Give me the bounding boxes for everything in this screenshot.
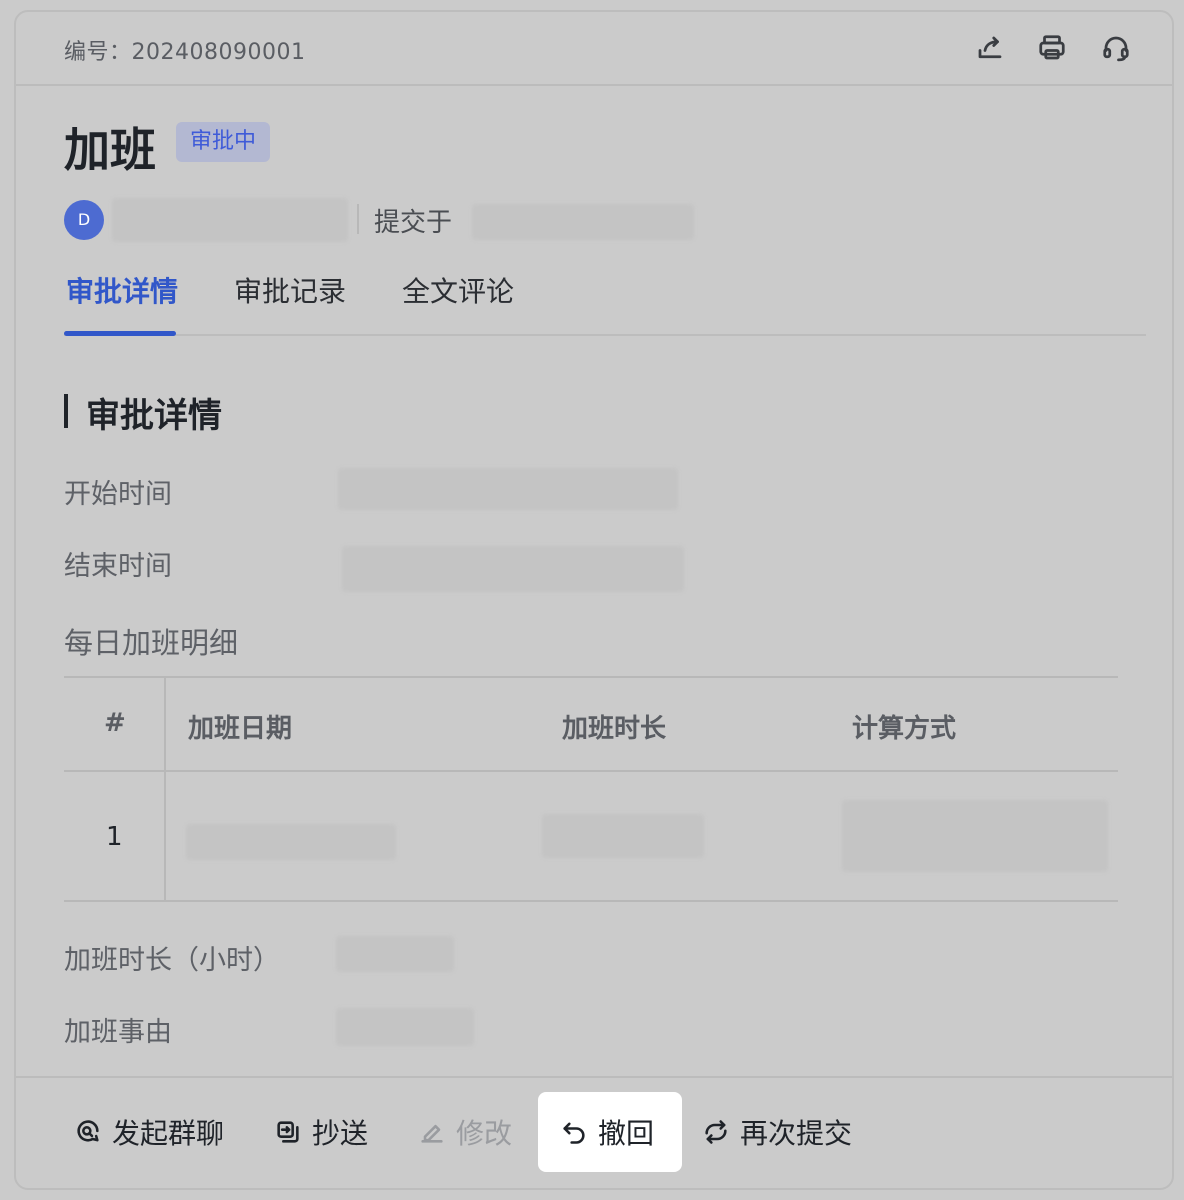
reason-value-redacted — [336, 1008, 474, 1046]
start-time-label: 开始时间 — [64, 479, 172, 510]
print-icon — [1039, 35, 1065, 60]
status-badge: 审批中 — [176, 122, 271, 162]
reason-label: 加班事由 — [64, 1017, 172, 1048]
submitter-name-redacted — [112, 198, 348, 242]
cc-label: 抄送 — [312, 1117, 369, 1150]
refresh-icon — [705, 1120, 727, 1144]
avatar: D — [64, 200, 104, 240]
print-button[interactable] — [1034, 30, 1070, 66]
end-time-label: 结束时间 — [64, 551, 172, 582]
forward-copy-icon — [277, 1121, 299, 1143]
tab-comments[interactable]: 全文评论 — [402, 270, 514, 310]
pencil-icon — [421, 1124, 443, 1143]
group-chat-button[interactable]: 发起群聊 — [52, 1092, 246, 1172]
resubmit-label: 再次提交 — [740, 1117, 853, 1150]
hours-value-redacted — [336, 936, 454, 972]
share-button[interactable] — [972, 30, 1008, 66]
share-icon — [978, 36, 1002, 59]
hours-label: 加班时长（小时） — [64, 945, 280, 976]
edit-button[interactable]: 修改 — [396, 1092, 534, 1172]
revoke-button[interactable]: 撤回 — [538, 1092, 682, 1172]
tab-approval-details[interactable]: 审批详情 — [66, 270, 178, 310]
table-cell-method-redacted — [842, 800, 1108, 872]
customer-service-button[interactable] — [1098, 30, 1134, 66]
end-time-value-redacted — [342, 546, 684, 592]
group-chat-label: 发起群聊 — [112, 1117, 225, 1150]
chat-search-icon — [77, 1120, 99, 1142]
approval-card: 编号：202408090001 加班 审批中 D 提交于 审批详情 审批记录 全… — [14, 10, 1174, 1190]
tab-approval-records[interactable]: 审批记录 — [234, 270, 346, 310]
active-tab-indicator — [64, 331, 176, 336]
table-header-duration: 加班时长 — [562, 714, 667, 744]
submitted-label: 提交于 — [374, 208, 453, 238]
action-bar: 发起群聊 抄送 修改 撤回 再次提交 — [16, 1076, 1172, 1188]
section-title: 审批详情 — [86, 396, 222, 436]
resubmit-button[interactable]: 再次提交 — [680, 1092, 874, 1172]
edit-label: 修改 — [456, 1117, 513, 1150]
table-cell-date-redacted — [186, 824, 396, 860]
start-time-value-redacted — [338, 468, 678, 510]
submit-time-redacted — [472, 204, 694, 240]
page-title: 加班 — [64, 123, 156, 177]
table-header-date: 加班日期 — [188, 714, 293, 744]
serial-number: 编号：202408090001 — [64, 40, 306, 65]
table-header-method: 计算方式 — [852, 714, 957, 744]
table-row-index: 1 — [106, 822, 123, 852]
headset-icon — [1103, 36, 1129, 62]
top-bar: 编号：202408090001 — [16, 12, 1172, 86]
table-cell-duration-redacted — [542, 814, 704, 858]
divider — [357, 204, 359, 234]
table-header-index: # — [104, 708, 126, 738]
daily-detail-label: 每日加班明细 — [64, 626, 239, 660]
tab-bar: 审批详情 审批记录 全文评论 — [64, 270, 1146, 336]
section-marker — [64, 394, 68, 428]
revoke-label: 撤回 — [598, 1117, 655, 1150]
daily-overtime-table: # 加班日期 加班时长 计算方式 1 — [64, 676, 1118, 902]
undo-icon — [563, 1122, 585, 1144]
cc-button[interactable]: 抄送 — [252, 1092, 390, 1172]
